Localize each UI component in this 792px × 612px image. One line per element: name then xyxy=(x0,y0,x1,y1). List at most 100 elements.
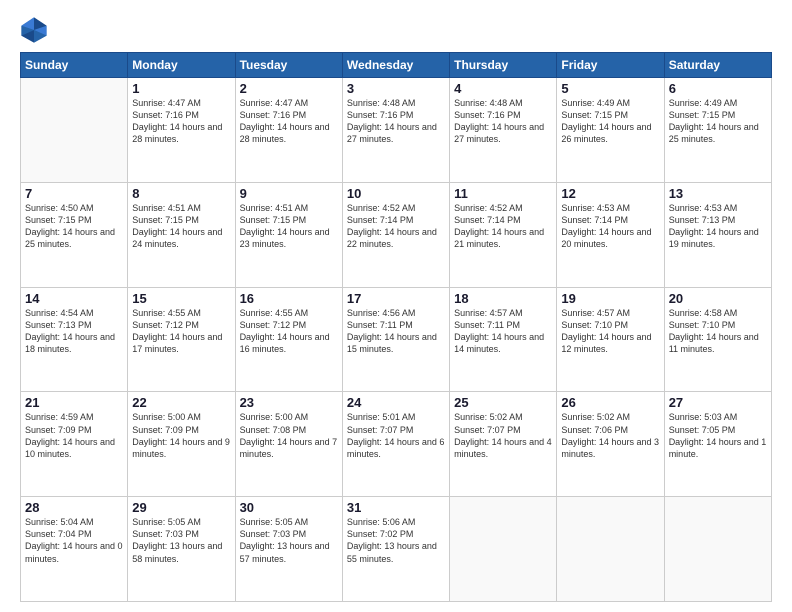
day-number: 18 xyxy=(454,291,552,306)
day-number: 9 xyxy=(240,186,338,201)
weekday-header-saturday: Saturday xyxy=(664,53,771,78)
weekday-header-sunday: Sunday xyxy=(21,53,128,78)
day-info: Sunrise: 4:57 AM Sunset: 7:10 PM Dayligh… xyxy=(561,307,659,356)
weekday-header-wednesday: Wednesday xyxy=(342,53,449,78)
day-info: Sunrise: 5:06 AM Sunset: 7:02 PM Dayligh… xyxy=(347,516,445,565)
day-info: Sunrise: 4:50 AM Sunset: 7:15 PM Dayligh… xyxy=(25,202,123,251)
day-info: Sunrise: 4:52 AM Sunset: 7:14 PM Dayligh… xyxy=(454,202,552,251)
calendar-cell: 31Sunrise: 5:06 AM Sunset: 7:02 PM Dayli… xyxy=(342,497,449,602)
day-number: 1 xyxy=(132,81,230,96)
day-number: 12 xyxy=(561,186,659,201)
day-info: Sunrise: 5:01 AM Sunset: 7:07 PM Dayligh… xyxy=(347,411,445,460)
calendar-cell: 13Sunrise: 4:53 AM Sunset: 7:13 PM Dayli… xyxy=(664,182,771,287)
calendar-cell: 21Sunrise: 4:59 AM Sunset: 7:09 PM Dayli… xyxy=(21,392,128,497)
day-number: 16 xyxy=(240,291,338,306)
calendar-header: SundayMondayTuesdayWednesdayThursdayFrid… xyxy=(21,53,772,78)
calendar-cell xyxy=(664,497,771,602)
day-info: Sunrise: 4:55 AM Sunset: 7:12 PM Dayligh… xyxy=(132,307,230,356)
day-info: Sunrise: 4:56 AM Sunset: 7:11 PM Dayligh… xyxy=(347,307,445,356)
calendar-cell: 5Sunrise: 4:49 AM Sunset: 7:15 PM Daylig… xyxy=(557,78,664,183)
day-info: Sunrise: 4:58 AM Sunset: 7:10 PM Dayligh… xyxy=(669,307,767,356)
calendar-cell xyxy=(450,497,557,602)
calendar-cell: 10Sunrise: 4:52 AM Sunset: 7:14 PM Dayli… xyxy=(342,182,449,287)
calendar-body: 1Sunrise: 4:47 AM Sunset: 7:16 PM Daylig… xyxy=(21,78,772,602)
calendar-cell: 23Sunrise: 5:00 AM Sunset: 7:08 PM Dayli… xyxy=(235,392,342,497)
calendar-cell: 30Sunrise: 5:05 AM Sunset: 7:03 PM Dayli… xyxy=(235,497,342,602)
week-row-5: 28Sunrise: 5:04 AM Sunset: 7:04 PM Dayli… xyxy=(21,497,772,602)
weekday-header-thursday: Thursday xyxy=(450,53,557,78)
calendar-cell: 11Sunrise: 4:52 AM Sunset: 7:14 PM Dayli… xyxy=(450,182,557,287)
week-row-4: 21Sunrise: 4:59 AM Sunset: 7:09 PM Dayli… xyxy=(21,392,772,497)
calendar-cell xyxy=(21,78,128,183)
day-info: Sunrise: 5:00 AM Sunset: 7:08 PM Dayligh… xyxy=(240,411,338,460)
weekday-row: SundayMondayTuesdayWednesdayThursdayFrid… xyxy=(21,53,772,78)
day-info: Sunrise: 4:51 AM Sunset: 7:15 PM Dayligh… xyxy=(132,202,230,251)
day-info: Sunrise: 4:49 AM Sunset: 7:15 PM Dayligh… xyxy=(561,97,659,146)
day-number: 23 xyxy=(240,395,338,410)
day-number: 25 xyxy=(454,395,552,410)
day-number: 4 xyxy=(454,81,552,96)
day-number: 28 xyxy=(25,500,123,515)
day-number: 8 xyxy=(132,186,230,201)
calendar-cell: 24Sunrise: 5:01 AM Sunset: 7:07 PM Dayli… xyxy=(342,392,449,497)
day-info: Sunrise: 4:51 AM Sunset: 7:15 PM Dayligh… xyxy=(240,202,338,251)
header xyxy=(20,16,772,44)
calendar-cell: 6Sunrise: 4:49 AM Sunset: 7:15 PM Daylig… xyxy=(664,78,771,183)
day-number: 19 xyxy=(561,291,659,306)
day-number: 20 xyxy=(669,291,767,306)
day-info: Sunrise: 5:00 AM Sunset: 7:09 PM Dayligh… xyxy=(132,411,230,460)
calendar-cell: 20Sunrise: 4:58 AM Sunset: 7:10 PM Dayli… xyxy=(664,287,771,392)
calendar-cell: 25Sunrise: 5:02 AM Sunset: 7:07 PM Dayli… xyxy=(450,392,557,497)
day-info: Sunrise: 4:53 AM Sunset: 7:13 PM Dayligh… xyxy=(669,202,767,251)
day-info: Sunrise: 5:03 AM Sunset: 7:05 PM Dayligh… xyxy=(669,411,767,460)
day-number: 10 xyxy=(347,186,445,201)
week-row-3: 14Sunrise: 4:54 AM Sunset: 7:13 PM Dayli… xyxy=(21,287,772,392)
weekday-header-monday: Monday xyxy=(128,53,235,78)
week-row-2: 7Sunrise: 4:50 AM Sunset: 7:15 PM Daylig… xyxy=(21,182,772,287)
day-number: 3 xyxy=(347,81,445,96)
calendar-cell: 7Sunrise: 4:50 AM Sunset: 7:15 PM Daylig… xyxy=(21,182,128,287)
day-info: Sunrise: 4:53 AM Sunset: 7:14 PM Dayligh… xyxy=(561,202,659,251)
day-info: Sunrise: 4:57 AM Sunset: 7:11 PM Dayligh… xyxy=(454,307,552,356)
calendar-cell: 22Sunrise: 5:00 AM Sunset: 7:09 PM Dayli… xyxy=(128,392,235,497)
logo-icon xyxy=(20,16,48,44)
calendar-cell xyxy=(557,497,664,602)
day-info: Sunrise: 5:05 AM Sunset: 7:03 PM Dayligh… xyxy=(132,516,230,565)
calendar-cell: 27Sunrise: 5:03 AM Sunset: 7:05 PM Dayli… xyxy=(664,392,771,497)
day-number: 15 xyxy=(132,291,230,306)
day-info: Sunrise: 5:02 AM Sunset: 7:06 PM Dayligh… xyxy=(561,411,659,460)
calendar-cell: 19Sunrise: 4:57 AM Sunset: 7:10 PM Dayli… xyxy=(557,287,664,392)
day-number: 22 xyxy=(132,395,230,410)
calendar-cell: 2Sunrise: 4:47 AM Sunset: 7:16 PM Daylig… xyxy=(235,78,342,183)
calendar-cell: 9Sunrise: 4:51 AM Sunset: 7:15 PM Daylig… xyxy=(235,182,342,287)
calendar-cell: 28Sunrise: 5:04 AM Sunset: 7:04 PM Dayli… xyxy=(21,497,128,602)
day-number: 2 xyxy=(240,81,338,96)
day-number: 17 xyxy=(347,291,445,306)
calendar-cell: 17Sunrise: 4:56 AM Sunset: 7:11 PM Dayli… xyxy=(342,287,449,392)
calendar-cell: 12Sunrise: 4:53 AM Sunset: 7:14 PM Dayli… xyxy=(557,182,664,287)
day-number: 27 xyxy=(669,395,767,410)
day-number: 24 xyxy=(347,395,445,410)
day-info: Sunrise: 4:47 AM Sunset: 7:16 PM Dayligh… xyxy=(240,97,338,146)
calendar-cell: 14Sunrise: 4:54 AM Sunset: 7:13 PM Dayli… xyxy=(21,287,128,392)
calendar: SundayMondayTuesdayWednesdayThursdayFrid… xyxy=(20,52,772,602)
page: SundayMondayTuesdayWednesdayThursdayFrid… xyxy=(0,0,792,612)
logo xyxy=(20,16,52,44)
calendar-cell: 15Sunrise: 4:55 AM Sunset: 7:12 PM Dayli… xyxy=(128,287,235,392)
day-info: Sunrise: 5:05 AM Sunset: 7:03 PM Dayligh… xyxy=(240,516,338,565)
weekday-header-tuesday: Tuesday xyxy=(235,53,342,78)
day-number: 6 xyxy=(669,81,767,96)
day-number: 21 xyxy=(25,395,123,410)
calendar-cell: 18Sunrise: 4:57 AM Sunset: 7:11 PM Dayli… xyxy=(450,287,557,392)
day-info: Sunrise: 4:48 AM Sunset: 7:16 PM Dayligh… xyxy=(347,97,445,146)
day-number: 11 xyxy=(454,186,552,201)
day-info: Sunrise: 4:52 AM Sunset: 7:14 PM Dayligh… xyxy=(347,202,445,251)
day-info: Sunrise: 4:47 AM Sunset: 7:16 PM Dayligh… xyxy=(132,97,230,146)
day-number: 30 xyxy=(240,500,338,515)
day-number: 31 xyxy=(347,500,445,515)
day-info: Sunrise: 4:48 AM Sunset: 7:16 PM Dayligh… xyxy=(454,97,552,146)
calendar-cell: 29Sunrise: 5:05 AM Sunset: 7:03 PM Dayli… xyxy=(128,497,235,602)
calendar-cell: 3Sunrise: 4:48 AM Sunset: 7:16 PM Daylig… xyxy=(342,78,449,183)
calendar-cell: 4Sunrise: 4:48 AM Sunset: 7:16 PM Daylig… xyxy=(450,78,557,183)
day-info: Sunrise: 5:02 AM Sunset: 7:07 PM Dayligh… xyxy=(454,411,552,460)
